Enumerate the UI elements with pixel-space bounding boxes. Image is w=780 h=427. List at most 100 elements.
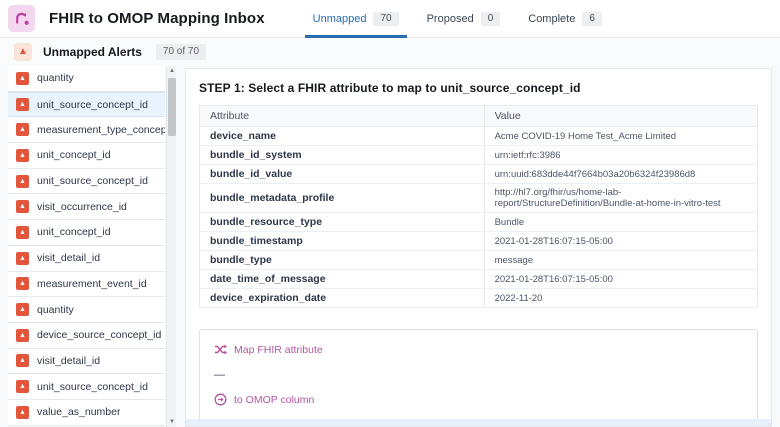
table-header-row: Attribute Value: [200, 106, 758, 127]
table-row[interactable]: device_name Acme COVID-19 Home Test_Acme…: [200, 127, 758, 146]
sidebar-item-unit-source-concept-id[interactable]: ▲ unit_source_concept_id: [8, 92, 165, 118]
sidebar-item-label: visit_detail_id: [37, 252, 100, 264]
page-title: FHIR to OMOP Mapping Inbox: [49, 10, 265, 27]
alert-icon: ▲: [16, 123, 29, 136]
main-panel: STEP 1: Select a FHIR attribute to map t…: [185, 68, 772, 427]
sidebar-item-label: unit_source_concept_id: [37, 381, 148, 393]
sidebar: ▲ quantity ▲ unit_source_concept_id ▲ me…: [8, 66, 176, 427]
unmapped-alert-list: ▲ quantity ▲ unit_source_concept_id ▲ me…: [8, 66, 165, 427]
attribute-cell[interactable]: device_expiration_date: [200, 289, 485, 308]
sidebar-item-visit-occurrence-id[interactable]: ▲ visit_occurrence_id: [8, 194, 165, 220]
sidebar-item-label: unit_concept_id: [37, 149, 111, 161]
attribute-cell[interactable]: bundle_id_value: [200, 165, 485, 184]
value-cell: 2022-11-20: [484, 289, 757, 308]
alerts-title: Unmapped Alerts: [43, 45, 142, 59]
tab-unmapped-count: 70: [373, 12, 398, 26]
sidebar-item-value-as-number[interactable]: ▲ value_as_number: [8, 400, 165, 426]
column-header-value: Value: [484, 106, 757, 127]
alert-icon: ▲: [16, 72, 29, 85]
table-row[interactable]: bundle_resource_type Bundle: [200, 213, 758, 232]
sidebar-item-label: value_as_number: [37, 406, 120, 418]
alert-icon: ▲: [16, 277, 29, 290]
table-row[interactable]: date_time_of_message 2021-01-28T16:07:15…: [200, 270, 758, 289]
alert-icon: ▲: [16, 303, 29, 316]
scrollbar-thumb[interactable]: [168, 78, 176, 136]
sidebar-item-label: measurement_event_id: [37, 278, 147, 290]
attribute-cell[interactable]: bundle_timestamp: [200, 232, 485, 251]
alert-icon: ▲: [16, 329, 29, 342]
map-fhir-attribute-row: Map FHIR attribute: [214, 343, 743, 356]
alert-icon: ▲: [16, 175, 29, 188]
sidebar-item-unit-source-concept-id-2[interactable]: ▲ unit_source_concept_id: [8, 169, 165, 195]
to-omop-column-label: to OMOP column: [234, 394, 314, 406]
alerts-header: ▲ Unmapped Alerts 70 of 70: [0, 38, 780, 66]
table-row[interactable]: bundle_id_system urn:ietf:rfc:3986: [200, 146, 758, 165]
map-attribute-box: Map FHIR attribute — to OMOP column unit…: [199, 329, 758, 427]
sidebar-item-visit-detail-id-2[interactable]: ▲ visit_detail_id: [8, 349, 165, 375]
scroll-up-icon[interactable]: ▲: [167, 66, 176, 76]
value-cell: 2021-01-28T16:07:15-05:00: [484, 270, 757, 289]
sidebar-item-measurement-type-concept-id[interactable]: ▲ measurement_type_concept_id: [8, 117, 165, 143]
tab-proposed-label: Proposed: [427, 13, 474, 25]
sidebar-item-label: device_source_concept_id: [37, 329, 161, 341]
to-omop-arrow-icon: [214, 393, 227, 406]
column-header-attribute: Attribute: [200, 106, 485, 127]
value-cell: http://hl7.org/fhir/us/home-lab-report/S…: [484, 184, 757, 213]
value-cell: Acme COVID-19 Home Test_Acme Limited: [484, 127, 757, 146]
sidebar-item-unit-concept-id-2[interactable]: ▲ unit_concept_id: [8, 220, 165, 246]
table-row[interactable]: device_expiration_date 2022-11-20: [200, 289, 758, 308]
sidebar-item-quantity-2[interactable]: ▲ quantity: [8, 297, 165, 323]
alert-icon: ▲: [16, 98, 29, 111]
warning-triangle-icon: ▲: [14, 43, 32, 61]
alert-icon: ▲: [16, 200, 29, 213]
table-row[interactable]: bundle_type message: [200, 251, 758, 270]
tab-proposed-count: 0: [481, 12, 501, 26]
table-row[interactable]: bundle_timestamp 2021-01-28T16:07:15-05:…: [200, 232, 758, 251]
attribute-cell[interactable]: device_name: [200, 127, 485, 146]
tab-unmapped[interactable]: Unmapped 70: [299, 0, 413, 38]
alert-icon: ▲: [16, 406, 29, 419]
to-omop-column-row: to OMOP column: [214, 393, 743, 406]
sidebar-item-label: quantity: [37, 72, 74, 84]
sidebar-item-label: unit_concept_id: [37, 226, 111, 238]
alert-icon: ▲: [16, 354, 29, 367]
sidebar-item-unit-source-concept-id-3[interactable]: ▲ unit_source_concept_id: [8, 374, 165, 400]
value-cell: message: [484, 251, 757, 270]
alert-icon: ▲: [16, 252, 29, 265]
sidebar-item-measurement-event-id[interactable]: ▲ measurement_event_id: [8, 272, 165, 298]
value-cell: urn:ietf:rfc:3986: [484, 146, 757, 165]
alert-icon: ▲: [16, 226, 29, 239]
sidebar-item-label: visit_detail_id: [37, 355, 100, 367]
value-cell: urn:uuid:683dde44f7664b03a20b6324f23986d…: [484, 165, 757, 184]
attribute-cell[interactable]: bundle_type: [200, 251, 485, 270]
tab-complete-count: 6: [582, 12, 602, 26]
tab-proposed[interactable]: Proposed 0: [413, 0, 515, 38]
sidebar-item-visit-detail-id[interactable]: ▲ visit_detail_id: [8, 246, 165, 272]
tab-complete[interactable]: Complete 6: [514, 0, 616, 38]
sidebar-item-label: unit_source_concept_id: [37, 175, 148, 187]
alerts-count-badge: 70 of 70: [156, 44, 206, 60]
attribute-cell[interactable]: bundle_metadata_profile: [200, 184, 485, 213]
table-row[interactable]: bundle_id_value urn:uuid:683dde44f7664b0…: [200, 165, 758, 184]
suggested-results-top-edge: [186, 419, 771, 426]
app-logo-icon: [8, 5, 35, 32]
tab-complete-label: Complete: [528, 13, 575, 25]
attribute-cell[interactable]: bundle_resource_type: [200, 213, 485, 232]
scroll-down-icon[interactable]: ▼: [167, 417, 176, 427]
sidebar-item-label: visit_occurrence_id: [37, 201, 127, 213]
sidebar-item-device-source-concept-id[interactable]: ▲ device_source_concept_id: [8, 323, 165, 349]
sidebar-item-quantity[interactable]: ▲ quantity: [8, 66, 165, 92]
top-bar: FHIR to OMOP Mapping Inbox Unmapped 70 P…: [0, 0, 780, 38]
value-cell: 2021-01-28T16:07:15-05:00: [484, 232, 757, 251]
sidebar-item-unit-concept-id[interactable]: ▲ unit_concept_id: [8, 143, 165, 169]
table-row[interactable]: bundle_metadata_profile http://hl7.org/f…: [200, 184, 758, 213]
value-cell: Bundle: [484, 213, 757, 232]
attribute-cell[interactable]: bundle_id_system: [200, 146, 485, 165]
selected-attribute-placeholder: —: [214, 369, 743, 381]
shuffle-icon: [214, 343, 227, 356]
map-fhir-attribute-label: Map FHIR attribute: [234, 344, 323, 356]
tab-unmapped-label: Unmapped: [313, 13, 367, 25]
attribute-cell[interactable]: date_time_of_message: [200, 270, 485, 289]
step1-title: STEP 1: Select a FHIR attribute to map t…: [199, 81, 758, 95]
sidebar-scrollbar[interactable]: ▲ ▼: [166, 66, 176, 427]
